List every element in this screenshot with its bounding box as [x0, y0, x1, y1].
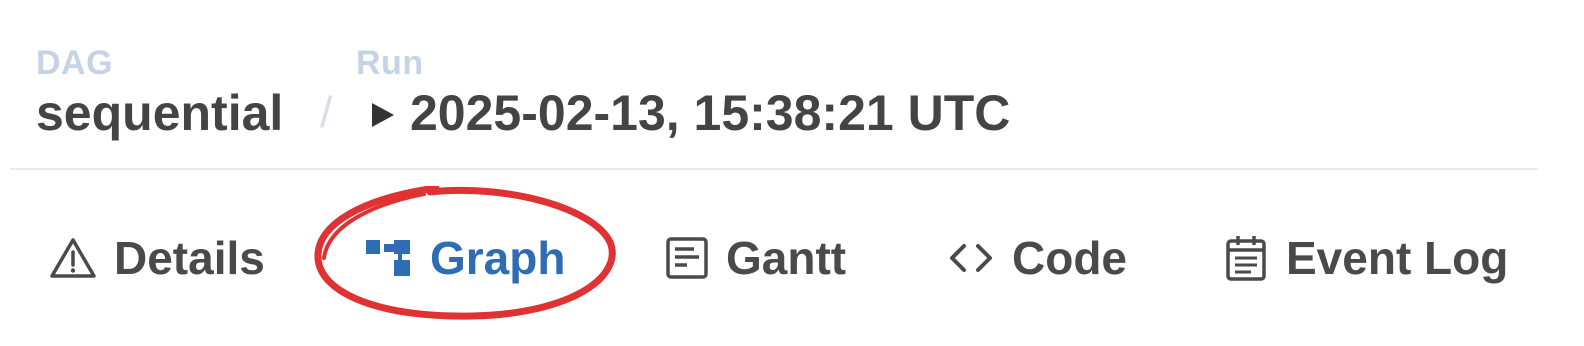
warning-triangle-icon: [50, 238, 96, 278]
tab-code-label: Code: [1012, 232, 1127, 284]
tab-gantt-label: Gantt: [726, 232, 847, 284]
graph-icon: [366, 240, 410, 276]
calendar-icon: [1226, 236, 1266, 281]
tab-bar: Details Graph Gantt Code Event Log: [0, 196, 1584, 326]
tab-gantt[interactable]: Gantt: [664, 228, 846, 288]
tab-event-log-label: Event Log: [1286, 232, 1509, 284]
tab-event-log[interactable]: Event Log: [1222, 228, 1508, 288]
code-icon: [950, 244, 992, 272]
run-selector[interactable]: 2025-02-13, 15:38:21 UTC: [372, 84, 1010, 142]
dag-name-link[interactable]: sequential: [36, 84, 283, 142]
run-label: Run: [356, 44, 424, 82]
header-divider: [10, 168, 1538, 170]
dag-label: DAG: [36, 44, 114, 82]
tab-code[interactable]: Code: [946, 228, 1127, 288]
run-timestamp: 2025-02-13, 15:38:21 UTC: [410, 85, 1011, 141]
tab-graph-label: Graph: [430, 232, 566, 284]
tab-graph[interactable]: Graph: [364, 228, 565, 288]
tab-details-label: Details: [114, 232, 265, 284]
gantt-icon: [666, 237, 708, 279]
play-icon: [372, 103, 394, 127]
breadcrumb-separator: /: [320, 88, 333, 137]
tab-details[interactable]: Details: [48, 228, 265, 288]
